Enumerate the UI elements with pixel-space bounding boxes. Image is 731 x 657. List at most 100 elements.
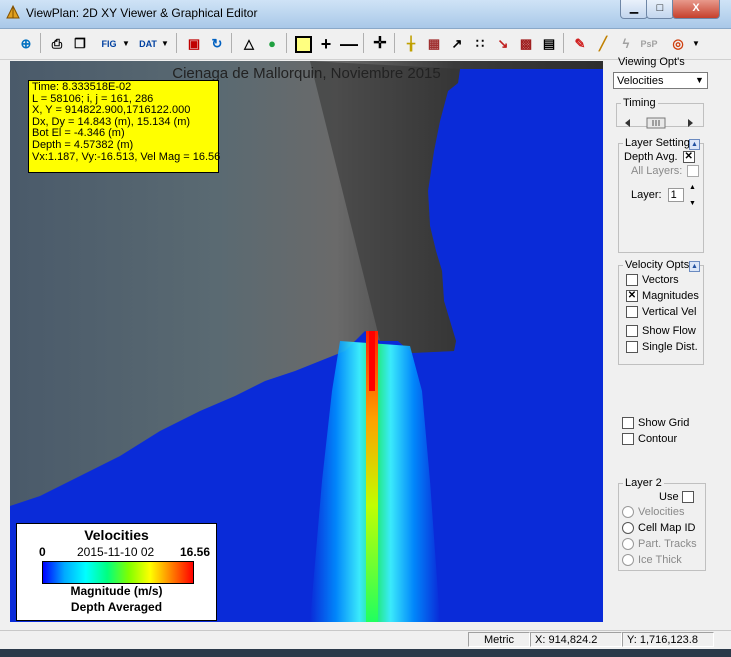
fig-dropdown-button[interactable]: ▼ xyxy=(119,32,133,56)
crosshair-button[interactable]: + xyxy=(314,32,338,56)
contour-row[interactable]: Contour xyxy=(622,433,677,446)
pan-icon: ✛ xyxy=(373,35,387,52)
graph-button[interactable]: ↗ xyxy=(445,32,469,56)
refresh-button[interactable]: ↻ xyxy=(205,32,229,56)
magnitudes-row[interactable]: ✕ Magnitudes xyxy=(626,290,699,303)
fig-export-button[interactable]: FIG xyxy=(97,32,121,56)
single-dist-checkbox[interactable] xyxy=(626,341,638,354)
title-bar: ViewPlan: 2D XY Viewer & Graphical Edito… xyxy=(0,0,731,29)
viewing-options-select[interactable]: Velocities ▼ xyxy=(613,72,708,89)
magnitudes-checkbox[interactable]: ✕ xyxy=(626,290,638,303)
chart-button[interactable]: ↘ xyxy=(491,32,515,56)
center-icon: ⊕ xyxy=(20,36,32,51)
print-button[interactable]: ⎙ xyxy=(45,32,69,56)
toolbar-separator xyxy=(286,33,287,53)
radio-ice-thick[interactable] xyxy=(622,554,634,567)
close-icon: X xyxy=(692,2,700,14)
vectors-checkbox[interactable] xyxy=(626,274,638,287)
dots-icon: ∷ xyxy=(475,36,485,51)
legend-subtitle: Depth Averaged xyxy=(70,600,163,614)
depth-avg-checkbox[interactable]: ✕ xyxy=(682,151,695,164)
globe-button[interactable]: ● xyxy=(260,32,284,56)
center-view-button[interactable]: ⊕ xyxy=(14,32,38,56)
dat-dropdown-button[interactable]: ▼ xyxy=(158,32,172,56)
layer2-use-checkbox[interactable] xyxy=(681,491,694,504)
dots-button[interactable]: ∷ xyxy=(468,32,492,56)
target-icon: ◎ xyxy=(672,36,684,51)
pp-button[interactable]: PsP xyxy=(637,32,661,56)
box-select-button[interactable] xyxy=(291,32,315,56)
all-layers-label: All Layers: xyxy=(631,165,683,177)
single-dist-row[interactable]: Single Dist. xyxy=(626,341,698,354)
map-canvas[interactable]: Cienaga de Mallorquin, Noviembre 2015 Ti… xyxy=(10,61,603,622)
depth-avg-label: Depth Avg. xyxy=(624,151,678,163)
save-button[interactable]: ▣ xyxy=(182,32,206,56)
chart-icon: ↘ xyxy=(497,36,509,51)
layer2-option-velocities[interactable]: Velocities xyxy=(622,506,684,519)
pan-button[interactable]: ✛ xyxy=(368,32,392,56)
radio-part-tracks[interactable] xyxy=(622,538,634,551)
grid-button[interactable]: ▦ xyxy=(422,32,446,56)
save-icon: ▣ xyxy=(187,36,201,51)
vertical-vel-checkbox[interactable] xyxy=(626,306,638,319)
camera-icon: ▤ xyxy=(542,36,556,51)
target-dropdown-button[interactable]: ▼ xyxy=(689,32,703,56)
dat-export-button[interactable]: DAT xyxy=(136,32,160,56)
pencil-icon: ✎ xyxy=(574,36,586,51)
profile-button[interactable]: ▩ xyxy=(514,32,538,56)
contour-checkbox[interactable] xyxy=(622,433,634,446)
timing-slider[interactable] xyxy=(623,116,695,130)
layer2-use-label: Use xyxy=(659,491,679,503)
radio-cell-map[interactable] xyxy=(622,522,634,535)
vectors-row[interactable]: Vectors xyxy=(626,274,679,287)
camera-button[interactable]: ▤ xyxy=(537,32,561,56)
vertical-vel-label: Vertical Vel xyxy=(642,306,697,318)
collapse-icon[interactable]: ▲ xyxy=(689,261,700,272)
layer2-option-cell-map[interactable]: Cell Map ID xyxy=(622,522,695,535)
brush-button[interactable]: ╱ xyxy=(591,32,615,56)
viewplan-window: ViewPlan: 2D XY Viewer & Graphical Edito… xyxy=(0,0,731,657)
legend-min: 0 xyxy=(39,545,46,559)
show-grid-row[interactable]: Show Grid xyxy=(622,417,689,430)
depth-avg-row[interactable]: Depth Avg. ✕ xyxy=(624,151,699,164)
maximize-button[interactable]: □ xyxy=(646,0,674,19)
ruler-button[interactable]: △ xyxy=(237,32,261,56)
info-velocity: Vx:1.187, Vy:-16.513, Vel Mag = 16.56 xyxy=(32,150,221,163)
copy-button[interactable]: ❐ xyxy=(68,32,92,56)
radio-velocities[interactable] xyxy=(622,506,634,519)
layer2-part-tracks-label: Part. Tracks xyxy=(638,538,697,550)
vertical-vel-row[interactable]: Vertical Vel xyxy=(626,306,697,319)
minimize-button[interactable]: ▁ xyxy=(620,0,648,19)
toolbar-separator xyxy=(231,33,232,53)
layer-down-icon[interactable]: ▼ xyxy=(689,200,696,207)
ruler-icon: △ xyxy=(244,36,254,51)
layer-up-icon[interactable]: ▲ xyxy=(689,184,696,191)
collapse-icon[interactable]: ▲ xyxy=(689,139,700,150)
show-flow-row[interactable]: Show Flow xyxy=(626,325,696,338)
highlight-button[interactable]: ╁ xyxy=(399,32,423,56)
box-icon xyxy=(294,36,312,54)
close-button[interactable]: X xyxy=(672,0,720,19)
layer2-option-part-tracks[interactable]: Part. Tracks xyxy=(622,538,697,551)
legend-colorbar xyxy=(42,561,194,584)
toolbar-separator xyxy=(563,33,564,53)
all-layers-checkbox[interactable] xyxy=(687,165,700,178)
status-x: X: 914,824.2 xyxy=(530,632,622,647)
status-bar: Metric X: 914,824.2 Y: 1,716,123.8 xyxy=(0,630,731,649)
chevron-down-icon: ▼ xyxy=(692,39,700,48)
layer2-use-row[interactable]: Use xyxy=(659,491,698,504)
show-flow-checkbox[interactable] xyxy=(626,325,638,338)
pencil-button[interactable]: ✎ xyxy=(568,32,592,56)
line-button[interactable]: — xyxy=(337,32,361,56)
viewing-options-label: Viewing Opt's xyxy=(618,56,685,68)
velocity-options-title: Velocity Opts xyxy=(623,259,692,271)
all-layers-row[interactable]: All Layers: xyxy=(631,165,703,178)
info-time: Time: 8.333518E-02 xyxy=(32,81,132,93)
show-grid-checkbox[interactable] xyxy=(622,417,634,430)
cell-info-box: Time: 8.333518E-02 L = 58106; i, j = 161… xyxy=(28,80,221,173)
target-button[interactable]: ◎ xyxy=(666,32,690,56)
chevron-down-icon: ▼ xyxy=(122,39,130,48)
layer-input[interactable]: 1 xyxy=(667,188,684,202)
layer2-option-ice-thick[interactable]: Ice Thick xyxy=(622,554,682,567)
lightning-button[interactable]: ϟ xyxy=(614,32,638,56)
